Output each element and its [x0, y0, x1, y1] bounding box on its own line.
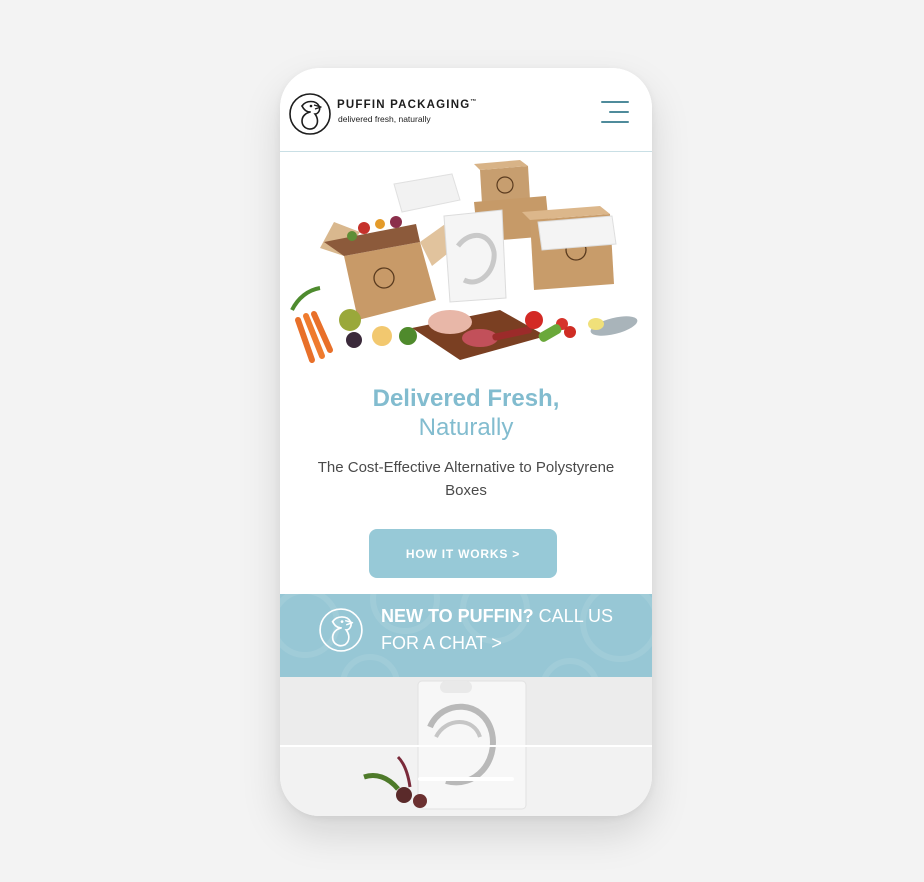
how-it-works-button[interactable]: HOW IT WORKS > [369, 529, 557, 578]
product-photo [280, 677, 652, 816]
puffin-logo-icon [319, 608, 363, 652]
hero-subtitle: The Cost-Effective Alternative to Polyst… [317, 459, 615, 499]
site-header: PUFFIN PACKAGING™ delivered fresh, natur… [280, 68, 652, 152]
phone-frame: PUFFIN PACKAGING™ delivered fresh, natur… [280, 68, 652, 816]
hero-boxes-and-groceries-image [290, 160, 638, 363]
hero-title-line-2: Naturally [418, 414, 514, 441]
puffin-logo-icon[interactable] [288, 92, 332, 136]
hamburger-menu-icon[interactable] [598, 98, 632, 126]
new-to-puffin-banner[interactable]: NEW TO PUFFIN? CALL US FOR A CHAT > [280, 594, 652, 677]
brand-tagline: delivered fresh, naturally [338, 114, 431, 124]
divider-line [280, 745, 652, 747]
banner-text[interactable]: NEW TO PUFFIN? CALL US FOR A CHAT > [381, 603, 621, 657]
hero-title-line-1: Delivered Fresh, [372, 385, 560, 412]
brand-name[interactable]: PUFFIN PACKAGING™ [337, 99, 476, 111]
home-indicator[interactable] [418, 777, 514, 781]
